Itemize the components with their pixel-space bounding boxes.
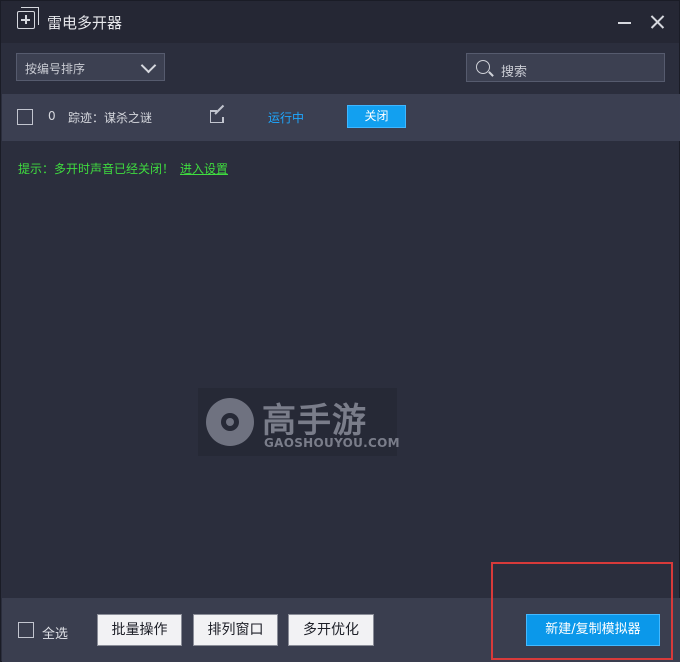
sort-dropdown-value: 按编号排序 [25, 62, 86, 76]
watermark-en: GAOSHOUYOU.COM [264, 436, 400, 450]
multi-instance-optimize-button[interactable]: 多开优化 [288, 614, 374, 646]
watermark-cn: 高手游 [262, 401, 367, 441]
edit-icon[interactable] [210, 104, 226, 124]
multi-instance-manager-window: 雷电多开器 按编号排序 搜索 0 踪迹：谋杀之谜 运行中 关闭 提示：多开时声音… [0, 0, 680, 662]
sort-dropdown[interactable]: 按编号排序 [16, 53, 165, 81]
close-icon[interactable] [647, 11, 669, 33]
instance-checkbox[interactable] [17, 109, 33, 125]
new-copy-emulator-button[interactable]: 新建/复制模拟器 [526, 614, 660, 646]
window-title: 雷电多开器 [47, 14, 123, 32]
app-icon [17, 11, 35, 29]
instance-status: 运行中 [268, 111, 305, 125]
select-all-label: 全选 [42, 627, 69, 642]
batch-operations-button[interactable]: 批量操作 [97, 614, 182, 646]
minimize-icon[interactable] [615, 15, 635, 31]
search-placeholder: 搜索 [501, 65, 528, 80]
search-input[interactable]: 搜索 [466, 53, 665, 82]
instance-name: 踪迹：谋杀之谜 [68, 111, 153, 125]
watermark: 高手游 GAOSHOUYOU.COM [198, 388, 400, 456]
title-bar[interactable]: 雷电多开器 [1, 1, 679, 43]
enter-settings-link[interactable]: 进入设置 [180, 160, 228, 177]
search-icon [476, 60, 490, 74]
chevron-down-icon [140, 57, 157, 74]
instance-row: 0 踪迹：谋杀之谜 运行中 关闭 [2, 94, 680, 141]
instance-index: 0 [48, 109, 56, 123]
arrange-windows-button[interactable]: 排列窗口 [193, 614, 278, 646]
bottom-bar: 全选 批量操作 排列窗口 多开优化 新建/复制模拟器 [2, 598, 680, 662]
watermark-logo-icon [206, 398, 254, 446]
hint-text: 提示：多开时声音已经关闭！ [18, 162, 175, 176]
select-all-checkbox[interactable] [18, 622, 34, 638]
close-instance-button[interactable]: 关闭 [347, 105, 406, 128]
